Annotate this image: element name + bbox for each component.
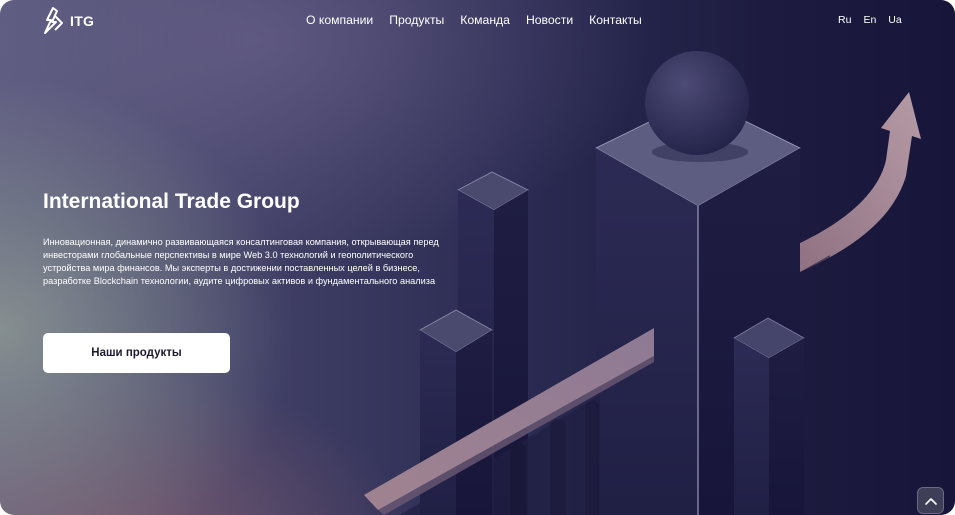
- small-tower-right: [733, 317, 805, 515]
- brand-logo[interactable]: ITG: [42, 6, 94, 36]
- nav-item-about[interactable]: О компании: [306, 13, 373, 27]
- lang-ru[interactable]: Ru: [838, 14, 851, 26]
- lang-ua[interactable]: Ua: [888, 14, 901, 26]
- nav-item-team[interactable]: Команда: [460, 13, 510, 27]
- scroll-top-button[interactable]: [917, 487, 944, 514]
- lang-en[interactable]: En: [863, 14, 876, 26]
- itg-logo-icon: [44, 7, 63, 34]
- chevron-up-icon: [924, 497, 937, 505]
- top-navigation: ITG О компании Продукты Команда Новости …: [0, 0, 955, 42]
- nav-item-products[interactable]: Продукты: [389, 13, 444, 27]
- growth-arrow: [800, 92, 921, 515]
- brand-name: ITG: [70, 13, 95, 29]
- hero-title: International Trade Group: [43, 190, 300, 213]
- hero-description: Инновационная, динамично развивающаяся к…: [43, 237, 439, 286]
- main-menu: О компании Продукты Команда Новости Конт…: [306, 13, 642, 27]
- page-frame: ITG О компании Продукты Команда Новости …: [0, 0, 955, 515]
- our-products-button[interactable]: Наши продукты: [43, 333, 230, 373]
- language-switcher: Ru En Ua: [838, 14, 902, 26]
- nav-item-news[interactable]: Новости: [526, 13, 573, 27]
- nav-item-contacts[interactable]: Контакты: [589, 13, 642, 27]
